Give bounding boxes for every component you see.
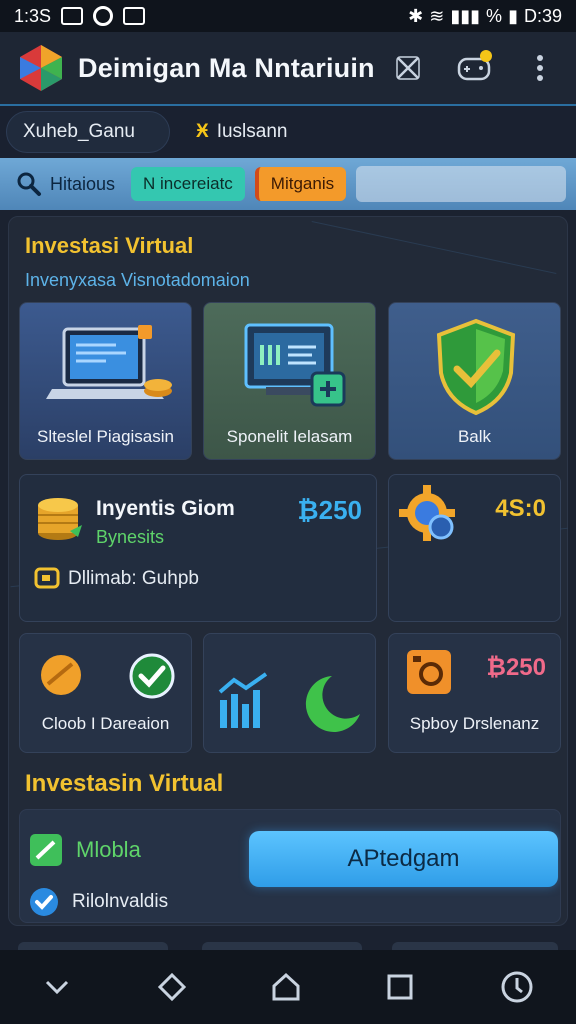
camera-icon: [407, 650, 451, 694]
more-options-icon[interactable]: [520, 48, 560, 88]
monitor-chart-icon: [244, 323, 346, 407]
option-rilolnvaldis[interactable]: Rilolnvaldis: [28, 886, 168, 918]
spboy-value: ₿250: [486, 654, 546, 681]
option-label: Mlobla: [76, 837, 141, 862]
coin-icon: [41, 655, 81, 695]
wallet-icon: [34, 567, 60, 589]
signal-icon: ▮▮▮: [450, 5, 481, 26]
sync-icon: [93, 6, 114, 26]
card-label: Spboy Drslenanz: [409, 714, 540, 733]
notification-badge: [480, 50, 492, 62]
wifi-icon: ≋: [429, 5, 445, 26]
app-bar: Deimigan Ma Nntariuin: [0, 32, 576, 106]
investment-footer: Dllimab: Guhpb: [68, 568, 199, 589]
home-icon[interactable]: [271, 972, 301, 1002]
check-circle-blue-icon: [30, 888, 58, 916]
gamepad-icon[interactable]: [454, 48, 494, 88]
shield-check-icon: [436, 318, 516, 416]
gear-icon: [399, 485, 455, 541]
tab-row: Xuheb_Ganu Ӿ Iuslsann: [0, 106, 576, 158]
main-panel: Investasi Virtual Invenyxasa Visnotadoma…: [8, 216, 568, 926]
checkbox-checked-icon: [30, 834, 62, 866]
notification-icon: [61, 7, 84, 25]
investment-subtitle: Bynesits: [96, 527, 165, 547]
investment-title: Inyentis Giom: [96, 497, 235, 520]
card-label: Sponelit Ielasam: [226, 427, 353, 446]
option-mlobla[interactable]: Mlobla: [28, 832, 141, 868]
bluetooth-icon: ✱: [408, 5, 424, 26]
filter-chip-mitganis[interactable]: Mitganis: [254, 167, 347, 201]
card-label: Balk: [457, 427, 492, 446]
options-card: Mlobla Rilolnvaldis APtedgam: [19, 809, 561, 923]
card-gear[interactable]: 4S:0: [388, 474, 561, 622]
close-icon[interactable]: [388, 48, 428, 88]
app-logo-icon: [20, 45, 62, 91]
tab-label: Iuslsann: [216, 121, 288, 142]
status-time: 1:3S: [14, 5, 52, 26]
section-title: Investasi Virtual: [25, 233, 194, 258]
check-circle-icon: [129, 653, 175, 699]
investment-amount: ₿250: [297, 495, 362, 525]
card-spboy[interactable]: ₿250 Spboy Drslenanz: [388, 633, 561, 753]
moon-icon: [305, 676, 360, 732]
section-subtitle: Invenyxasa Visnotadomaion: [25, 270, 250, 290]
image-icon: [123, 7, 146, 25]
card-investment[interactable]: Inyentis Giom Bynesits ₿250 Dllimab: Guh…: [19, 474, 377, 622]
tab-xuheb[interactable]: Xuheb_Ganu: [6, 111, 170, 153]
decor-line: [311, 221, 557, 274]
card-monitor[interactable]: Sponelit Ielasam: [203, 302, 376, 460]
filter-chip-increase[interactable]: N incereiatc: [131, 167, 245, 201]
status-bar: 1:3S ✱ ≋ ▮▮▮ % ▮ D:39: [0, 0, 576, 32]
battery-icon: ▮: [508, 5, 518, 26]
filter-bar: Hitaious N incereiatc Mitganis: [0, 158, 576, 210]
battery-label: %: [486, 5, 503, 26]
tab-label: Xuheb_Ganu: [23, 121, 135, 142]
gear-value: 4S:0: [495, 495, 546, 522]
tab-iuslsann[interactable]: Ӿ Iuslsann: [180, 111, 303, 153]
diamond-icon[interactable]: [157, 972, 187, 1002]
tab-icon: Ӿ: [196, 121, 209, 142]
status-time-right: D:39: [523, 5, 562, 26]
option-label: Rilolnvaldis: [72, 891, 169, 912]
search-label: Hitaious: [50, 173, 116, 194]
chevron-down-icon[interactable]: [42, 972, 72, 1002]
card-chart[interactable]: [203, 633, 376, 753]
search-button[interactable]: Hitaious: [10, 171, 121, 197]
laptop-coin-icon: [46, 325, 172, 399]
compass-icon[interactable]: [500, 970, 534, 1004]
primary-action-button[interactable]: APtedgam: [249, 831, 558, 887]
search-icon: [17, 172, 41, 196]
card-donation[interactable]: Cloob I Dareaion: [19, 633, 192, 753]
card-shield[interactable]: Balk: [388, 302, 561, 460]
section-title-2: Investasin Virtual: [25, 770, 224, 797]
coin-stack-icon: [38, 498, 82, 540]
card-label: Slteslel Piagisasin: [36, 427, 174, 446]
bottom-nav: [0, 950, 576, 1024]
bar-chart-icon: [218, 672, 268, 728]
card-label: Cloob I Dareaion: [41, 714, 170, 733]
square-icon[interactable]: [385, 972, 415, 1002]
card-laptop[interactable]: Slteslel Piagisasin: [19, 302, 192, 460]
app-title: Deimigan Ma Nntariuin: [78, 52, 375, 83]
filter-input[interactable]: [356, 166, 566, 202]
